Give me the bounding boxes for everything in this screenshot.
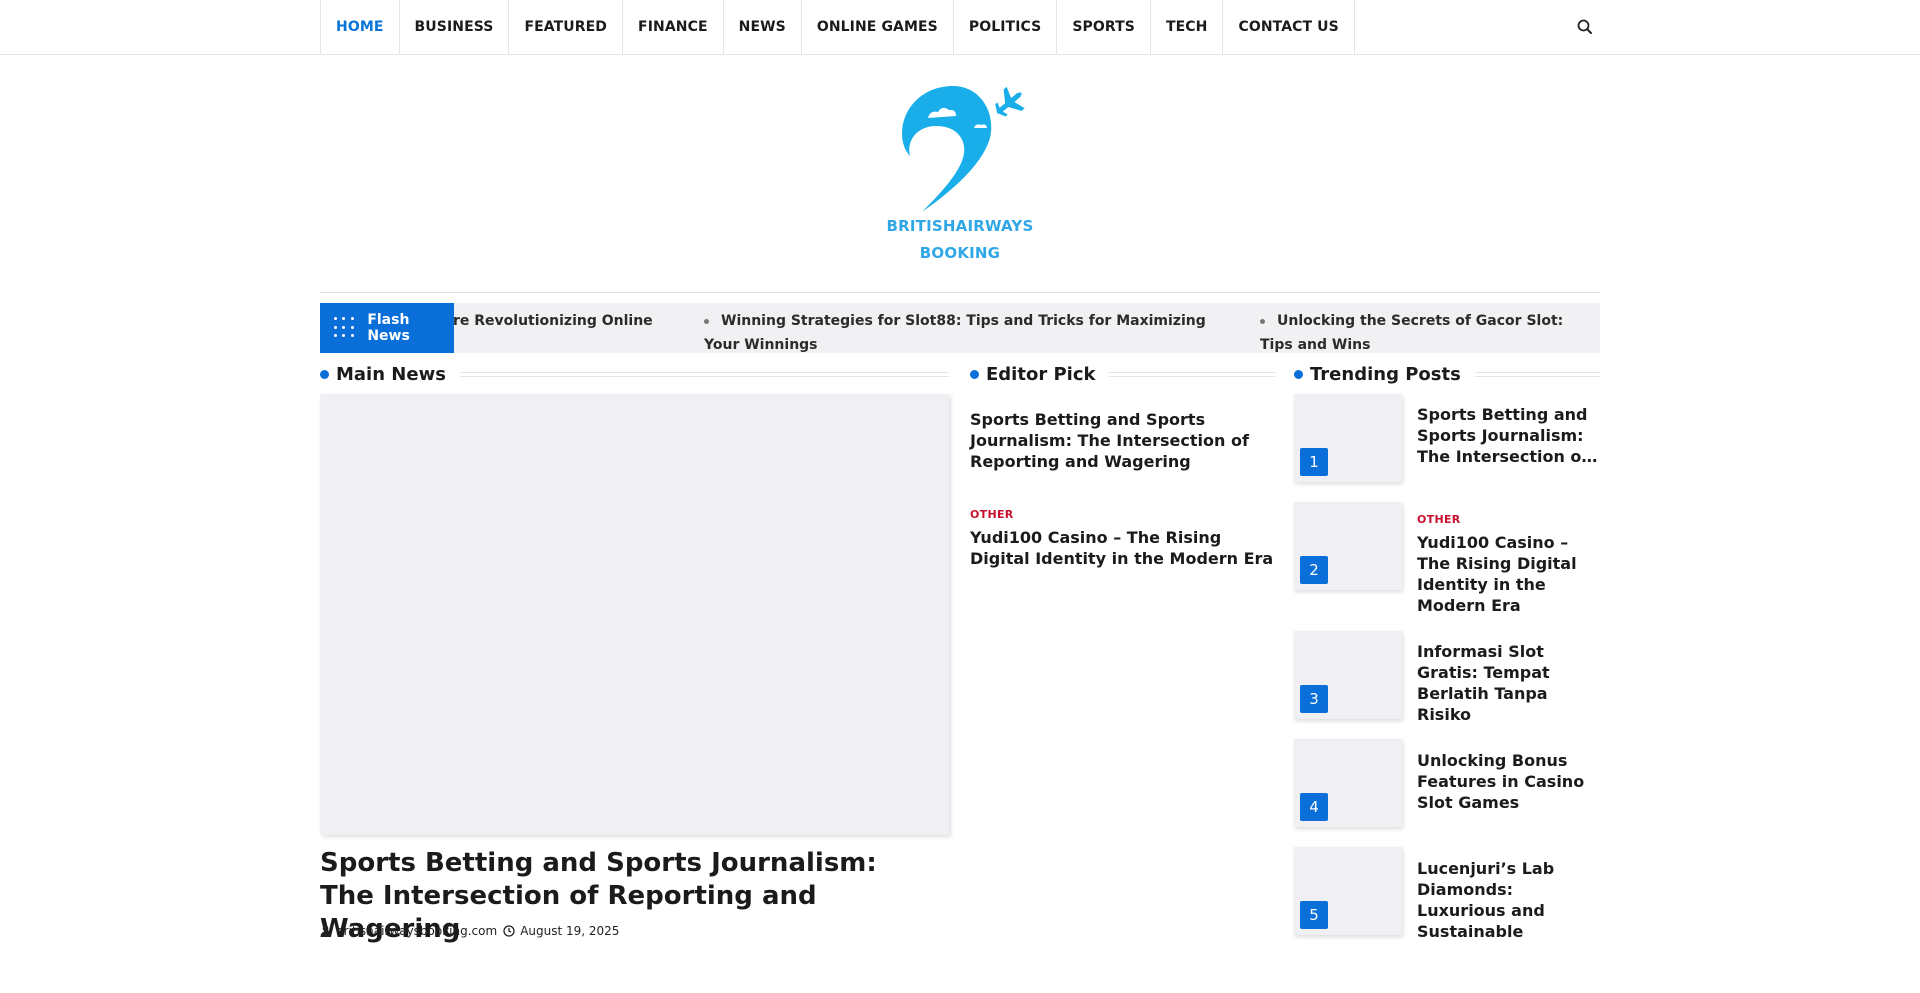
nav-item-news[interactable]: NEWS xyxy=(724,0,802,54)
ticker-item-text: Unlocking the Secrets of Gacor Slot: Tip… xyxy=(1260,313,1564,353)
nav-item-online-games[interactable]: ONLINE GAMES xyxy=(802,0,954,54)
trending-title[interactable]: Informasi Slot Gratis: Tempat Berlatih T… xyxy=(1417,641,1600,725)
nav-item-finance[interactable]: FINANCE xyxy=(623,0,724,54)
search-button[interactable] xyxy=(1574,16,1596,38)
user-icon xyxy=(320,925,331,937)
trending-thumbnail[interactable]: 5 xyxy=(1294,847,1402,935)
clock-icon xyxy=(503,925,515,937)
trending-thumbnail[interactable]: 3 xyxy=(1294,631,1402,719)
heading-rule xyxy=(459,371,949,377)
ticker-item[interactable]: Unlocking the Secrets of Gacor Slot: Tip… xyxy=(1260,309,1600,353)
flash-news-label: Flash News xyxy=(367,312,410,344)
main-news-meta: britishairwaysbooking.com August 19, 202… xyxy=(320,924,619,938)
section-title: Main News xyxy=(336,363,446,385)
trending-thumbnail[interactable]: 2 xyxy=(1294,502,1402,590)
ticker-item-text: Winning Strategies for Slot88: Tips and … xyxy=(704,313,1206,353)
logo-text-line1[interactable]: BRITISHAIRWAYS xyxy=(880,217,1040,235)
nav-item-tech[interactable]: TECH xyxy=(1151,0,1224,54)
rank-badge: 5 xyxy=(1300,901,1328,929)
heading-rule xyxy=(1474,371,1600,377)
heading-bullet xyxy=(320,369,329,379)
section-title: Trending Posts xyxy=(1310,363,1461,385)
section-title: Editor Pick xyxy=(986,363,1096,385)
nav-item-featured[interactable]: FEATURED xyxy=(509,0,624,54)
logo-pin-plane-icon xyxy=(902,86,1025,212)
trending-posts-heading: Trending Posts xyxy=(1294,363,1600,385)
trending-thumbnail[interactable]: 4 xyxy=(1294,739,1402,827)
category-label[interactable]: OTHER xyxy=(970,508,1014,521)
bullet-dot xyxy=(704,318,709,324)
bullet-dot xyxy=(1260,318,1265,324)
logo-text-line2[interactable]: BOOKING xyxy=(880,244,1040,262)
heading-rule xyxy=(1109,371,1275,377)
search-icon xyxy=(1577,19,1592,34)
heading-bullet xyxy=(970,369,979,379)
grid-dots-icon xyxy=(334,317,355,339)
rank-badge: 2 xyxy=(1300,556,1328,584)
main-news-image[interactable] xyxy=(320,394,949,835)
trending-thumbnail[interactable]: 1 xyxy=(1294,394,1402,482)
heading-bullet xyxy=(1294,369,1303,379)
date-link[interactable]: August 19, 2025 xyxy=(520,924,619,938)
main-news-heading: Main News xyxy=(320,363,949,385)
flash-news-ticker: Flash News re Revolutionizing Online Win… xyxy=(320,303,1600,353)
editor-pick-title[interactable]: Yudi100 Casino – The Rising Digital Iden… xyxy=(970,527,1280,569)
top-navigation-bar: HOME BUSINESS FEATURED FINANCE NEWS ONLI… xyxy=(0,0,1920,55)
author-link[interactable]: britishairwaysbooking.com xyxy=(336,924,497,938)
category-label[interactable]: OTHER xyxy=(1417,513,1461,526)
editor-pick-title[interactable]: Sports Betting and Sports Journalism: Th… xyxy=(970,409,1280,472)
trending-title[interactable]: Lucenjuri’s Lab Diamonds: Luxurious and … xyxy=(1417,858,1600,942)
rank-badge: 1 xyxy=(1300,448,1328,476)
nav-item-contact-us[interactable]: CONTACT US xyxy=(1223,0,1355,54)
ticker-item[interactable]: Winning Strategies for Slot88: Tips and … xyxy=(704,309,1224,353)
nav-item-business[interactable]: BUSINESS xyxy=(400,0,510,54)
header-divider xyxy=(320,292,1600,293)
rank-badge: 4 xyxy=(1300,793,1328,821)
nav-item-home[interactable]: HOME xyxy=(321,0,400,54)
trending-title[interactable]: Unlocking Bonus Features in Casino Slot … xyxy=(1417,750,1600,813)
editor-pick-heading: Editor Pick xyxy=(970,363,1275,385)
trending-title[interactable]: Sports Betting and Sports Journalism: Th… xyxy=(1417,404,1600,467)
nav-item-sports[interactable]: SPORTS xyxy=(1057,0,1151,54)
flash-news-badge: Flash News xyxy=(320,303,454,353)
main-menu: HOME BUSINESS FEATURED FINANCE NEWS ONLI… xyxy=(320,0,1355,54)
trending-title[interactable]: Yudi100 Casino – The Rising Digital Iden… xyxy=(1417,532,1600,616)
nav-item-politics[interactable]: POLITICS xyxy=(954,0,1058,54)
rank-badge: 3 xyxy=(1300,685,1328,713)
